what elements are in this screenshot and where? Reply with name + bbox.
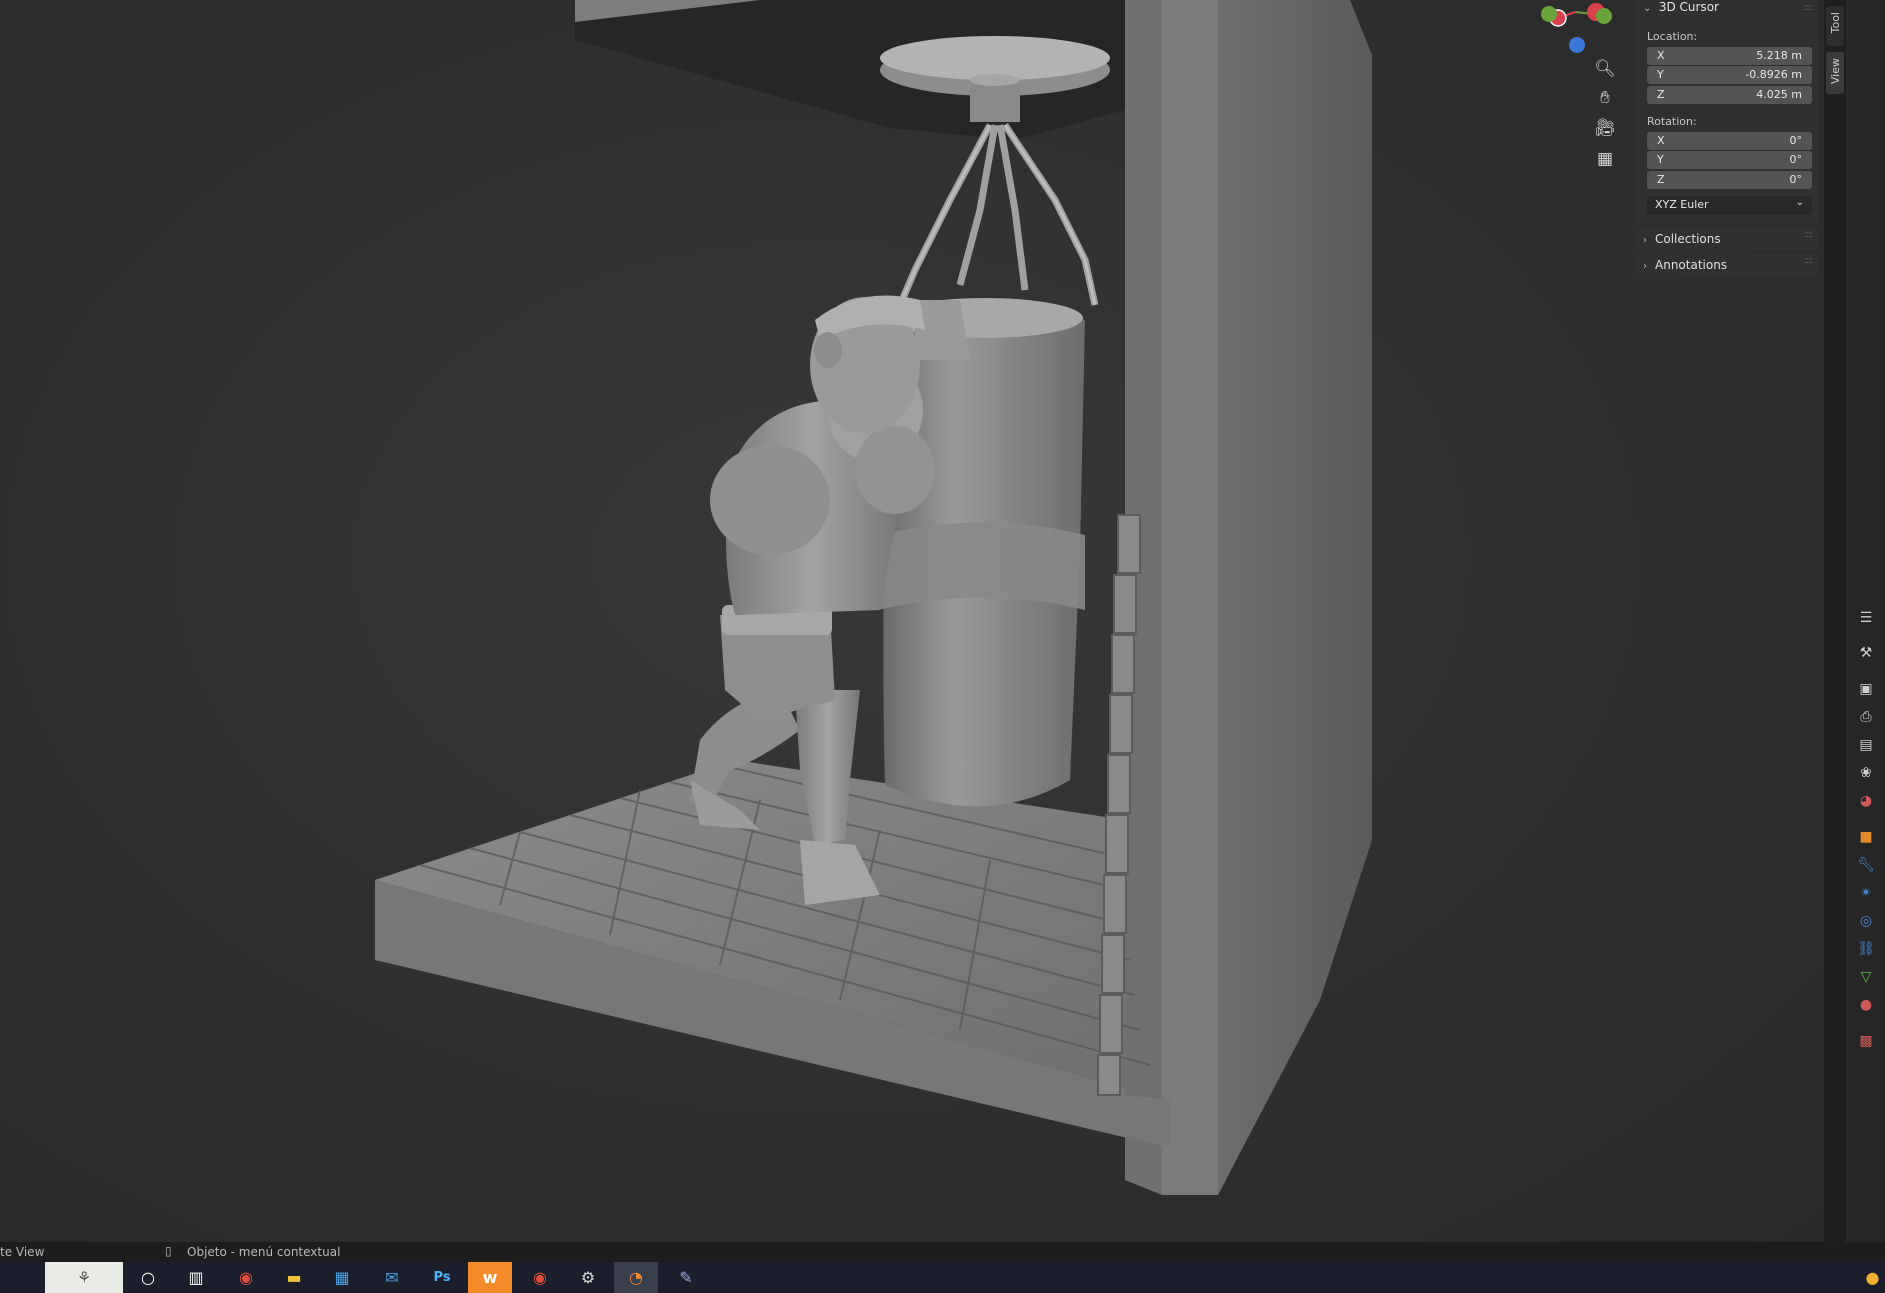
tab-view[interactable]: View <box>1826 52 1844 94</box>
material-icon[interactable]: ● <box>1855 994 1877 1016</box>
constraints-icon[interactable]: ⛓ <box>1855 938 1877 960</box>
chevron-right-icon: › <box>1643 235 1647 246</box>
paint-icon[interactable]: ✎ <box>664 1262 708 1293</box>
location-y-field[interactable]: Y -0.8926 m <box>1647 66 1812 84</box>
chains <box>896 123 1099 307</box>
rotation-y-field[interactable]: Y 0° <box>1647 151 1812 169</box>
search-widget-icon[interactable]: ⚘ <box>45 1262 123 1293</box>
grid-icon[interactable]: ▦ <box>1592 146 1618 172</box>
sidebar-n-panel: ⌄ 3D Cursor :::: Location: X 5.218 m Y -… <box>1632 0 1820 1242</box>
zoom-icon[interactable]: 🔍︎ <box>1592 56 1618 82</box>
status-context-text: Objeto - menú contextual <box>187 1245 341 1259</box>
modifier-icon[interactable]: 🔧︎ <box>1855 854 1877 876</box>
tab-tool[interactable]: Tool <box>1826 6 1844 46</box>
sidebar-tabs: Tool View <box>1824 0 1846 1242</box>
mail-icon[interactable]: ✉ <box>370 1262 414 1293</box>
tool-icon[interactable]: ⚒ <box>1855 642 1877 664</box>
photoshop-icon[interactable]: Ps <box>420 1262 464 1293</box>
data-icon[interactable]: ▽ <box>1855 966 1877 988</box>
chrome-profile-icon[interactable]: ◉ <box>518 1262 562 1293</box>
view-layer-icon[interactable]: ▤ <box>1855 734 1877 756</box>
texture-icon[interactable]: ▩ <box>1855 1030 1877 1052</box>
annotations-panel[interactable]: › Annotations :::: <box>1635 253 1818 277</box>
chevron-down-icon: ⌄ <box>1795 197 1804 208</box>
wall-front <box>1162 0 1218 1195</box>
navigation-gizmo <box>1541 3 1612 53</box>
rotation-label: Rotation: <box>1647 115 1697 128</box>
rotation-x-field[interactable]: X 0° <box>1647 132 1812 150</box>
camera-icon[interactable]: 🎥︎ <box>1592 115 1618 141</box>
blender-icon[interactable]: ◔ <box>614 1262 658 1293</box>
3d-viewport[interactable]: 🔍︎ ✋︎ 🎥︎ ▦ <box>0 0 1826 1242</box>
store-icon[interactable]: ▦ <box>320 1262 364 1293</box>
drag-handle-icon[interactable]: :::: <box>1804 3 1813 13</box>
task-view-icon[interactable]: ▥ <box>174 1262 218 1293</box>
os-taskbar: ⚘ ○ ▥ ◉ ▬ ▦ ✉ Ps w ◉ ⚙ ◔ ✎ ● <box>0 1262 1885 1293</box>
hand-icon[interactable]: ✋︎ <box>1592 85 1618 111</box>
render-icon[interactable]: ▣ <box>1855 678 1877 700</box>
object-icon[interactable]: ■ <box>1855 826 1877 848</box>
drag-handle-icon[interactable]: :::: <box>1804 230 1813 240</box>
editor-type-icon[interactable]: ☰ <box>1855 607 1877 629</box>
notification-icon[interactable]: ● <box>1860 1262 1885 1293</box>
status-bar: te View ▯ Objeto - menú contextual <box>0 1242 1885 1262</box>
mouse-icon: ▯ <box>165 1244 172 1258</box>
status-left-text: te View <box>0 1245 45 1259</box>
3d-cursor-panel: ⌄ 3D Cursor :::: Location: X 5.218 m Y -… <box>1635 0 1818 224</box>
physics-icon[interactable]: ◎ <box>1855 910 1877 932</box>
chevron-down-icon: ⌄ <box>1643 3 1652 14</box>
output-icon[interactable]: ⎙ <box>1855 706 1877 728</box>
particles-icon[interactable]: ✴ <box>1855 882 1877 904</box>
steam-icon[interactable]: ⚙ <box>566 1262 610 1293</box>
cortana-icon[interactable]: ○ <box>126 1262 170 1293</box>
chevron-right-icon: › <box>1643 261 1647 272</box>
scene-icon[interactable]: ❀ <box>1855 762 1877 784</box>
chrome-icon[interactable]: ◉ <box>224 1262 268 1293</box>
location-label: Location: <box>1647 30 1698 43</box>
wall-side <box>1218 0 1372 1195</box>
world-icon[interactable]: ◕ <box>1855 790 1877 812</box>
scene-render[interactable] <box>0 0 1826 1242</box>
location-z-field[interactable]: Z 4.025 m <box>1647 86 1812 104</box>
3d-cursor-header[interactable]: ⌄ 3D Cursor <box>1643 0 1719 14</box>
app-w-icon[interactable]: w <box>468 1262 512 1293</box>
location-x-field[interactable]: X 5.218 m <box>1647 47 1812 65</box>
rotation-z-field[interactable]: Z 0° <box>1647 171 1812 189</box>
drag-handle-icon[interactable]: :::: <box>1804 256 1813 266</box>
file-explorer-icon[interactable]: ▬ <box>272 1262 316 1293</box>
rotation-mode-select[interactable]: XYZ Euler ⌄ <box>1647 196 1812 215</box>
collections-panel[interactable]: › Collections :::: <box>1635 227 1818 251</box>
